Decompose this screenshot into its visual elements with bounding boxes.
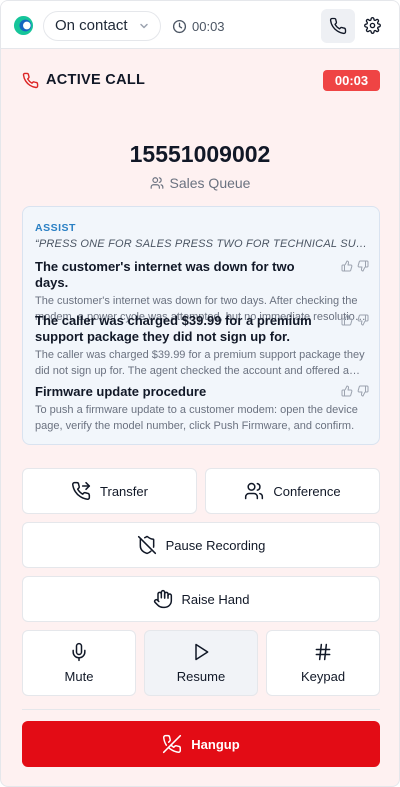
assist-transcript-quote: “PRESS ONE FOR SALES PRESS TWO FOR TECHN… xyxy=(35,238,369,250)
feedback-buttons xyxy=(341,385,369,397)
call-timer-badge: 00:03 xyxy=(323,70,380,91)
chevron-down-icon xyxy=(140,23,148,29)
users-icon xyxy=(150,177,163,189)
thumbs-up-icon[interactable] xyxy=(341,385,353,397)
phone-off-icon xyxy=(163,734,182,754)
assist-card-title: Firmware update procedure xyxy=(35,384,207,399)
phone-icon xyxy=(329,17,347,35)
resume-button[interactable]: Resume xyxy=(144,630,258,696)
play-icon xyxy=(195,643,209,661)
phone-forward-icon xyxy=(72,481,91,500)
raise-hand-label: Raise Hand xyxy=(181,591,250,607)
resume-label: Resume xyxy=(176,669,226,684)
settings-button[interactable] xyxy=(362,15,382,35)
thumbs-up-icon[interactable] xyxy=(341,314,353,326)
shield-off-icon xyxy=(137,535,156,555)
users-icon xyxy=(245,482,264,500)
hash-icon xyxy=(315,643,331,661)
assist-card-title: The caller was charged $39.99 for a prem… xyxy=(35,313,312,344)
pause-recording-button[interactable]: Pause Recording xyxy=(22,522,380,568)
hangup-button[interactable]: Hangup xyxy=(22,721,380,767)
gear-icon xyxy=(363,16,381,34)
assist-card-body: The caller was charged $39.99 for a prem… xyxy=(35,349,365,377)
status-timer: 00:03 xyxy=(172,17,225,35)
app-logo-icon xyxy=(13,15,34,36)
queue-name: Sales Queue xyxy=(169,175,251,191)
hangup-label: Hangup xyxy=(191,736,240,752)
assist-card-title: The customer's internet was down for two… xyxy=(35,259,295,290)
transfer-button[interactable]: Transfer xyxy=(22,468,197,514)
agent-status-dropdown[interactable]: On contact xyxy=(43,11,161,41)
assist-panel: ASSIST “PRESS ONE FOR SALES PRESS TWO FO… xyxy=(22,206,380,445)
queue-info: Sales Queue xyxy=(1,175,399,191)
thumbs-down-icon[interactable] xyxy=(357,385,369,397)
mute-button[interactable]: Mute xyxy=(22,630,136,696)
pause-recording-label: Pause Recording xyxy=(165,537,266,553)
assist-card-body: To push a firmware update to a customer … xyxy=(35,404,358,432)
assist-card[interactable]: Firmware update procedure To push a firm… xyxy=(35,384,369,434)
thumbs-down-icon[interactable] xyxy=(357,314,369,326)
hand-icon xyxy=(153,589,172,609)
top-bar: On contact 00:03 xyxy=(1,1,399,49)
transfer-label: Transfer xyxy=(100,483,148,499)
conference-label: Conference xyxy=(273,483,341,499)
conference-button[interactable]: Conference xyxy=(205,468,380,514)
thumbs-up-icon[interactable] xyxy=(341,260,353,272)
clock-icon xyxy=(172,19,187,33)
raise-hand-button[interactable]: Raise Hand xyxy=(22,576,380,622)
assist-title: ASSIST xyxy=(35,222,76,234)
caller-number: 15551009002 xyxy=(129,141,271,167)
microphone-icon xyxy=(72,642,86,662)
agent-status-label: On contact xyxy=(55,17,128,34)
keypad-button[interactable]: Keypad xyxy=(266,630,380,696)
feedback-buttons xyxy=(341,314,369,326)
keypad-label: Keypad xyxy=(300,669,346,684)
thumbs-down-icon[interactable] xyxy=(357,260,369,272)
phone-button[interactable] xyxy=(321,9,355,43)
status-elapsed-time: 00:03 xyxy=(192,18,225,34)
mute-label: Mute xyxy=(64,669,94,684)
divider xyxy=(22,709,380,710)
assist-card[interactable]: The caller was charged $39.99 for a prem… xyxy=(35,313,369,379)
feedback-buttons xyxy=(341,260,369,272)
phone-call-icon xyxy=(22,72,39,89)
active-call-title: ACTIVE CALL xyxy=(46,72,146,88)
softphone-panel: On contact 00:03 ACTIVE CALL 00:03 15551… xyxy=(0,0,400,787)
